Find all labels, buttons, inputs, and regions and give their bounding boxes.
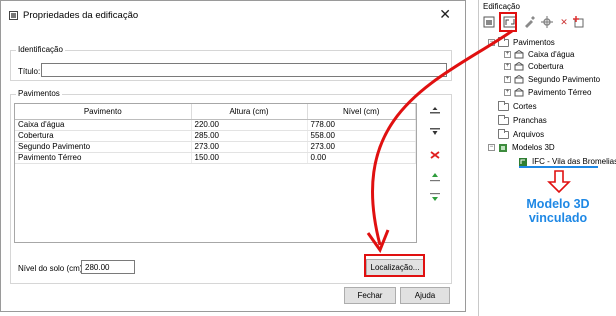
down-arrow-icon: [547, 170, 571, 194]
annotation-text: Modelo 3D vinculado: [526, 197, 590, 225]
linked-model-annotation: Modelo 3D vinculado: [510, 197, 606, 225]
annotation-arrow: [366, 29, 598, 254]
